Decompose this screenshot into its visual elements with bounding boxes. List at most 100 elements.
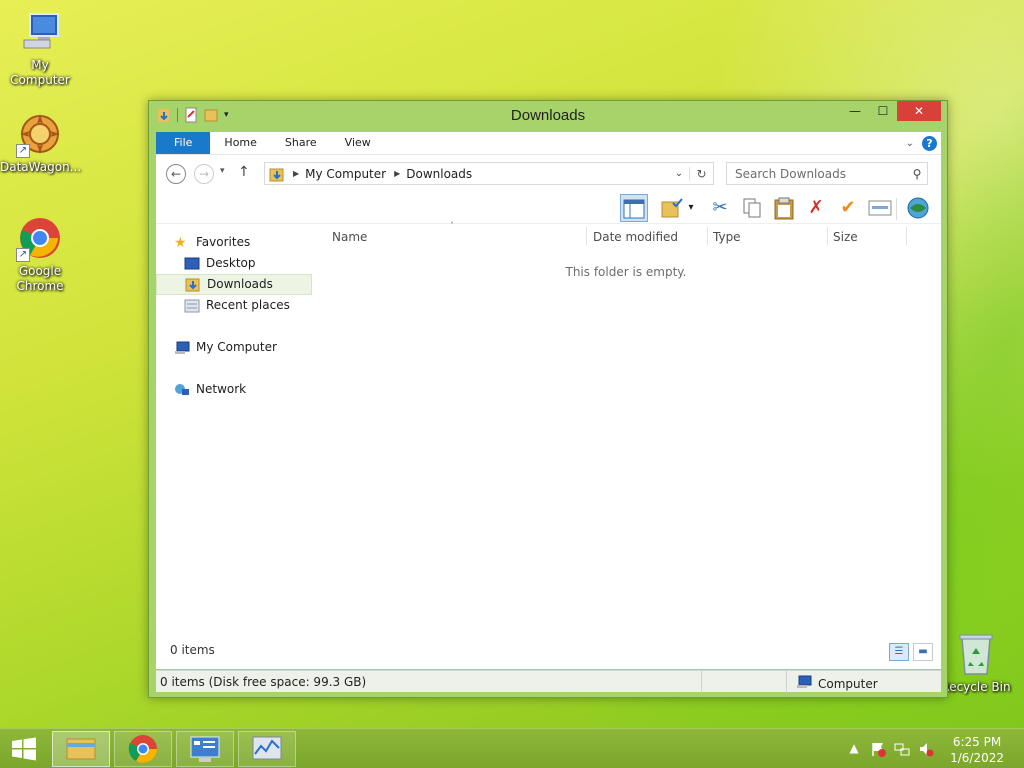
control-panel-icon <box>190 736 220 762</box>
items-count: 0 items <box>170 643 215 657</box>
window-controls: — ☐ ✕ <box>841 101 941 121</box>
breadcrumb-downloads[interactable]: Downloads <box>406 167 472 181</box>
column-divider[interactable] <box>906 227 907 245</box>
column-divider[interactable] <box>707 227 708 245</box>
desktop-icon-datawagon[interactable]: ↗ DataWagon... <box>0 112 81 175</box>
checkmark-icon[interactable]: ✔ <box>834 194 862 222</box>
status-separator <box>701 671 702 693</box>
ribbon-expand-icon[interactable]: ⌄ <box>906 138 914 149</box>
window-title: Downloads <box>510 107 586 124</box>
large-icons-view-icon[interactable]: ▬ <box>913 643 933 661</box>
empty-folder-message: This folder is empty. <box>565 265 687 279</box>
maximize-icon[interactable]: ☐ <box>869 101 897 121</box>
nav-item-label: Desktop <box>206 256 256 270</box>
nav-item-label: Network <box>196 382 247 396</box>
search-box[interactable]: Search Downloads ⚲ <box>726 162 928 185</box>
nav-item-recent-places[interactable]: Recent places <box>184 295 290 316</box>
nav-item-desktop[interactable]: Desktop <box>184 253 256 274</box>
status-location: Computer <box>796 675 878 692</box>
resource-monitor-icon <box>252 736 282 760</box>
column-name[interactable]: Name <box>332 230 367 248</box>
preview-pane-icon[interactable] <box>620 194 648 222</box>
shortcut-arrow-icon: ↗ <box>16 248 30 262</box>
network-globe-icon[interactable] <box>904 194 932 222</box>
action-center-flag-icon[interactable] <box>870 741 886 757</box>
datawagon-icon: ↗ <box>16 112 62 158</box>
downloads-folder-icon <box>269 166 285 182</box>
nav-item-my-computer[interactable]: My Computer <box>174 337 277 358</box>
desktop-icon-my-computer[interactable]: My Computer <box>0 10 80 88</box>
tab-view[interactable]: View <box>331 132 385 154</box>
column-type[interactable]: Type <box>713 230 741 248</box>
delete-icon[interactable]: ✗ <box>802 194 830 222</box>
computer-icon <box>174 341 190 355</box>
minimize-icon[interactable]: — <box>841 101 869 121</box>
tab-home[interactable]: Home <box>210 132 270 154</box>
desktop-icon-label: Recycle Bin <box>941 680 1011 694</box>
nav-item-label: Downloads <box>207 277 273 291</box>
clock-time: 6:25 PM <box>952 735 1002 749</box>
up-icon[interactable]: ↑ <box>238 164 250 180</box>
taskbar-chrome[interactable] <box>114 731 172 767</box>
chrome-icon <box>128 735 157 763</box>
clock[interactable]: 6:25 PM 1/6/2022 <box>950 734 1004 766</box>
taskbar-resource-monitor[interactable] <box>238 731 296 767</box>
column-divider[interactable] <box>586 227 587 245</box>
column-date-modified[interactable]: Date modified <box>593 230 678 248</box>
refresh-icon[interactable]: ↻ <box>689 166 713 181</box>
taskbar-control-panel[interactable] <box>176 731 234 767</box>
explorer-window[interactable]: ▾ Downloads — ☐ ✕ File Home Share View ⌄… <box>148 100 948 698</box>
navigation-pane: ★ Favorites Desktop Downloads Recent pla… <box>156 230 314 634</box>
help-icon[interactable]: ? <box>922 135 937 151</box>
shortcut-arrow-icon: ↗ <box>16 144 30 158</box>
navigation-bar: ← → ▾ ↑ ▶ My Computer ▶ Downloads ⌄ ↻ Se… <box>156 161 941 187</box>
breadcrumb-my-computer[interactable]: My Computer <box>305 167 386 181</box>
volume-muted-icon[interactable] <box>918 741 934 757</box>
search-icon[interactable]: ⚲ <box>907 167 927 181</box>
desktop-icon-google-chrome[interactable]: ↗ Google Chrome <box>0 216 80 294</box>
title-bar[interactable]: ▾ Downloads — ☐ ✕ <box>149 101 947 131</box>
network-icon <box>174 383 190 397</box>
star-icon: ★ <box>174 234 187 251</box>
file-explorer-icon <box>66 738 96 760</box>
paste-icon[interactable] <box>770 194 798 222</box>
nav-item-label: Recent places <box>206 298 290 312</box>
back-icon[interactable]: ← <box>166 164 186 184</box>
tab-share[interactable]: Share <box>271 132 331 154</box>
toolbar-separator <box>896 198 897 220</box>
column-divider[interactable] <box>827 227 828 245</box>
address-bar[interactable]: ▶ My Computer ▶ Downloads ⌄ ↻ <box>264 162 714 185</box>
tab-file[interactable]: File <box>156 132 211 154</box>
breadcrumb-separator-icon[interactable]: ▶ <box>293 169 299 178</box>
downloads-folder-icon <box>185 278 201 292</box>
nav-item-label: Favorites <box>196 235 251 249</box>
network-status-icon[interactable] <box>894 741 910 757</box>
desktop-icon-label: My Computer <box>10 58 70 87</box>
breadcrumb-separator-icon[interactable]: ▶ <box>394 169 400 178</box>
forward-icon[interactable]: → <box>194 164 214 184</box>
desktop-icon-recycle-bin[interactable]: Recycle Bin <box>936 632 1016 695</box>
select-dropdown-icon[interactable]: ▾ <box>684 194 698 222</box>
column-size[interactable]: Size <box>833 230 858 248</box>
nav-item-favorites[interactable]: ★ Favorites <box>174 232 250 253</box>
desktop-icon <box>184 257 200 271</box>
recent-locations-icon[interactable]: ▾ <box>220 166 225 176</box>
nav-item-network[interactable]: Network <box>174 379 246 400</box>
nav-item-downloads[interactable]: Downloads <box>156 274 312 295</box>
select-folder-icon[interactable] <box>658 194 686 222</box>
address-dropdown-icon[interactable]: ⌄ <box>669 168 689 179</box>
start-button-windows-icon[interactable] <box>10 737 38 761</box>
status-separator <box>786 671 787 693</box>
close-icon[interactable]: ✕ <box>897 101 941 121</box>
cut-icon[interactable]: ✂ <box>706 194 734 222</box>
search-input[interactable]: Search Downloads <box>735 167 846 181</box>
status-location-label: Computer <box>818 676 878 691</box>
taskbar-file-explorer[interactable] <box>52 731 110 767</box>
copy-icon[interactable] <box>738 194 766 222</box>
system-tray: ▲ 6:25 PM 1/6/2022 <box>844 729 1024 768</box>
rename-icon[interactable] <box>866 194 894 222</box>
file-list[interactable]: ˄ Name Date modified Type Size This fold… <box>326 221 936 634</box>
command-toolbar: ▾ ✂ ✗ ✔ <box>156 192 941 224</box>
show-hidden-icons-icon[interactable]: ▲ <box>846 741 862 757</box>
details-view-icon[interactable]: ☰ <box>889 643 909 661</box>
